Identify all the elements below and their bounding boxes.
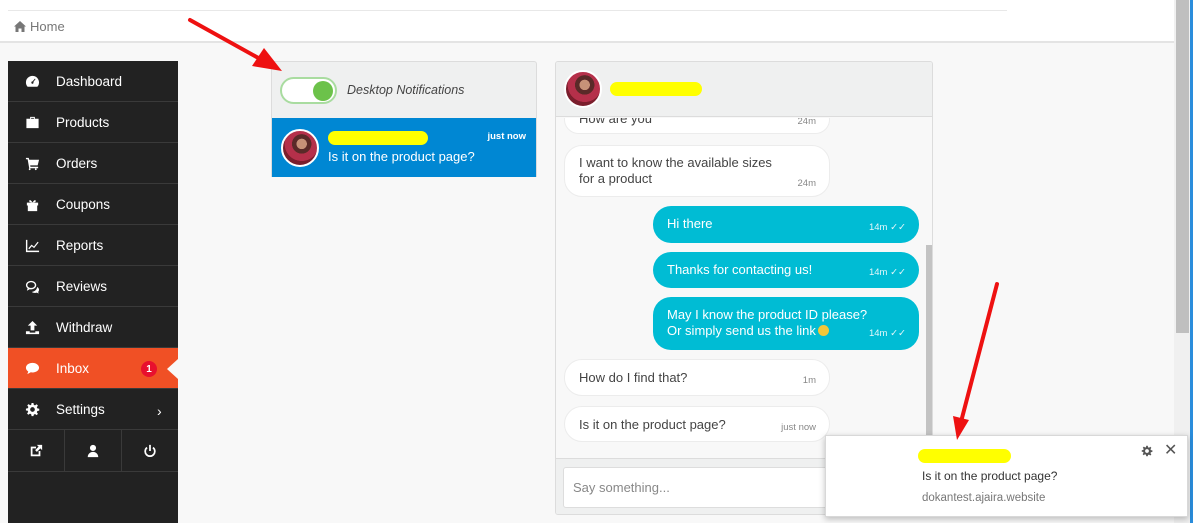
sidebar-item-label: Products (56, 114, 110, 130)
chart-line-icon (24, 237, 40, 253)
comments-icon (24, 278, 40, 294)
message-incoming: Is it on the product page? just now (564, 406, 830, 442)
sidebar-item-coupons[interactable]: Coupons (8, 184, 178, 225)
message-time: 24m (797, 118, 816, 127)
conversation-last-message: Is it on the product page? (328, 149, 475, 164)
sidebar-item-label: Coupons (56, 196, 111, 212)
sidebar-item-label: Reports (56, 237, 104, 253)
message-text: May I know the product ID please? Or sim… (667, 307, 868, 338)
message-time: just now (781, 422, 816, 433)
external-link-icon (30, 444, 43, 456)
message-time: 1m (802, 375, 816, 386)
message-incoming: I want to know the available sizes for a… (564, 145, 830, 197)
message-text: Thanks for contacting us! (667, 262, 813, 277)
message-list-scrollbar[interactable] (926, 245, 932, 458)
power-icon (144, 444, 156, 457)
active-pointer (167, 359, 178, 379)
message-time: 14m ✓✓ (868, 328, 906, 339)
message-time: 14m ✓✓ (868, 267, 906, 278)
upload-icon (24, 319, 40, 335)
annotation-arrow-toast (953, 282, 999, 440)
breadcrumb-home[interactable]: Home (30, 19, 65, 34)
conversation-item[interactable]: Is it on the product page? just now (272, 118, 536, 177)
message-incoming: How do I find that? 1m (564, 359, 830, 396)
home-icon (14, 21, 26, 32)
desktop-notifications-row: Desktop Notifications (272, 62, 536, 118)
chevron-right-icon: › (157, 403, 162, 419)
message-outgoing: Thanks for contacting us! 14m ✓✓ (653, 252, 919, 288)
notification-body: Is it on the product page? (922, 469, 1058, 483)
visit-store-button[interactable] (8, 430, 65, 471)
notification-origin: dokantest.ajaira.website (922, 492, 1046, 504)
redacted-contact-name (610, 82, 702, 96)
unread-badge: 1 (141, 361, 157, 377)
message-outgoing: Hi there 14m ✓✓ (653, 206, 919, 243)
avatar (281, 128, 319, 167)
sidebar-item-label: Reviews (56, 278, 108, 294)
conversation-time: just now (487, 131, 526, 142)
message-time: 14m ✓✓ (868, 222, 906, 233)
desktop-notification-toast[interactable]: Is it on the product page? dokantest.aja… (825, 435, 1188, 517)
sidebar-item-withdraw[interactable]: Withdraw (8, 307, 178, 348)
redacted-notification-title (918, 449, 1011, 463)
gear-icon (24, 401, 40, 417)
message-outgoing: May I know the product ID please? Or sim… (653, 297, 919, 350)
logout-button[interactable] (122, 430, 178, 471)
cart-icon (24, 155, 40, 171)
toggle-knob (313, 80, 333, 101)
sidebar-item-label: Withdraw (56, 319, 113, 335)
desktop-notifications-toggle[interactable] (280, 76, 337, 104)
sidebar-item-label: Settings (56, 401, 105, 417)
read-receipt-icon: ✓✓ (890, 328, 906, 339)
gift-icon (24, 196, 40, 212)
user-icon (87, 444, 99, 457)
gear-icon (1141, 445, 1153, 457)
breadcrumb[interactable]: Home (14, 19, 65, 34)
notification-settings-button[interactable] (1141, 444, 1153, 457)
redacted-contact-name (328, 131, 428, 145)
avatar (564, 70, 602, 108)
message-list[interactable]: How are you 24m I want to know the avail… (556, 118, 932, 458)
sidebar-item-label: Inbox (56, 360, 90, 376)
sidebar-item-inbox[interactable]: Inbox 1 (8, 348, 178, 389)
sidebar-item-label: Dashboard (56, 73, 123, 89)
sidebar-item-products[interactable]: Products (8, 102, 178, 143)
message-text: Is it on the product page? (579, 417, 726, 432)
edit-account-button[interactable] (65, 430, 122, 471)
message-incoming: How are you 24m (564, 118, 830, 134)
top-header: Home (0, 0, 1174, 43)
sidebar-item-reports[interactable]: Reports (8, 225, 178, 266)
message-text: Hi there (667, 216, 713, 231)
close-icon[interactable]: ✕ (1164, 440, 1177, 460)
read-receipt-icon: ✓✓ (890, 222, 906, 233)
conversations-panel: Desktop Notifications Is it on the produ… (271, 61, 537, 177)
desktop-notifications-label: Desktop Notifications (347, 83, 465, 97)
message-text: How are you (579, 118, 652, 126)
dashboard-icon (24, 73, 40, 89)
page-scrollbar-thumb[interactable] (1176, 0, 1189, 333)
sidebar-item-settings[interactable]: Settings › (8, 389, 178, 430)
sidebar-item-orders[interactable]: Orders (8, 143, 178, 184)
message-text: How do I find that? (579, 370, 688, 385)
read-receipt-icon: ✓✓ (890, 267, 906, 278)
grinning-face-emoji-icon (817, 325, 829, 336)
dashboard-sidebar: Dashboard Products Orders Coupons Report… (8, 61, 178, 523)
message-text: I want to know the available sizes for a… (579, 155, 772, 186)
header-divider (8, 10, 1007, 11)
briefcase-icon (24, 114, 40, 130)
sidebar-item-dashboard[interactable]: Dashboard (8, 61, 178, 102)
message-time: 24m (797, 178, 816, 189)
chat-header (556, 62, 932, 117)
sidebar-item-label: Orders (56, 155, 98, 171)
sidebar-footer (8, 430, 178, 472)
comment-icon (24, 360, 40, 376)
sidebar-item-reviews[interactable]: Reviews (8, 266, 178, 307)
